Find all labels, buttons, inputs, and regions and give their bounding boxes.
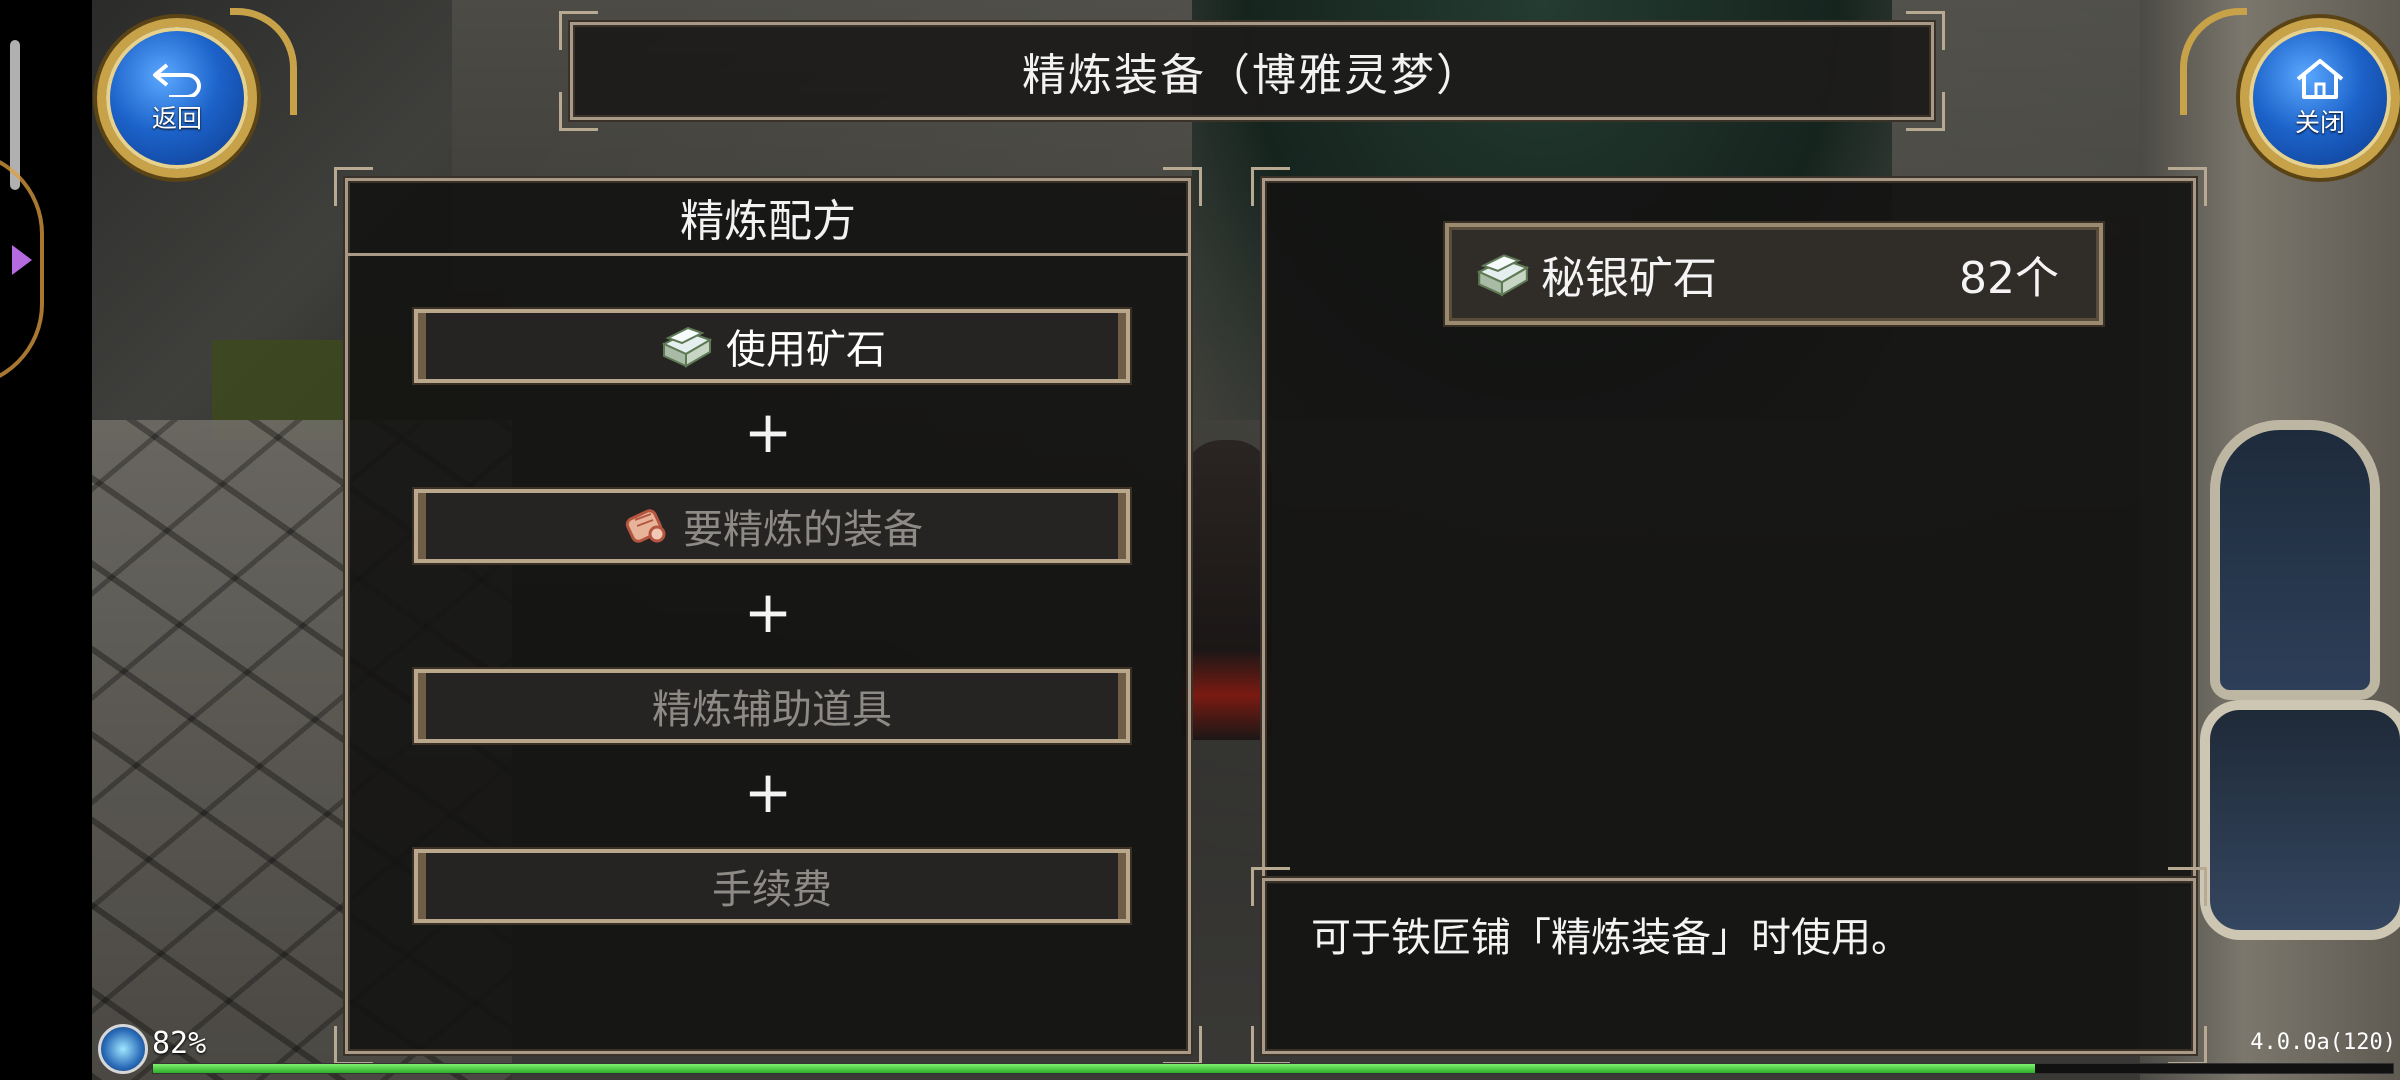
recipe-title: 精炼配方 bbox=[348, 181, 1188, 256]
frame-corner bbox=[1251, 1026, 1290, 1065]
frame-corner bbox=[1906, 11, 1945, 50]
refine-aid-slot[interactable]: 精炼辅助道具 bbox=[414, 669, 1130, 743]
frame-corner bbox=[1251, 167, 1290, 206]
plus-icon: + bbox=[743, 578, 793, 646]
refine-aid-slot-label: 精炼辅助道具 bbox=[652, 687, 892, 733]
progress-bar bbox=[152, 1063, 2394, 1074]
equipment-slot-label: 要精炼的装备 bbox=[683, 507, 923, 553]
frame-corner bbox=[2168, 1026, 2207, 1065]
expand-arrow-icon[interactable] bbox=[12, 245, 32, 275]
frame-corner bbox=[1251, 867, 1290, 906]
page-title: 精炼装备（博雅灵梦） bbox=[1022, 50, 1482, 101]
fee-slot-label: 手续费 bbox=[712, 867, 832, 913]
close-label: 关闭 bbox=[2294, 108, 2345, 137]
scene-window bbox=[2200, 700, 2400, 940]
progress-fill bbox=[153, 1064, 2035, 1073]
battery-percent: 82% bbox=[152, 1026, 207, 1061]
frame-corner bbox=[559, 92, 598, 131]
item-count: 82个 bbox=[1959, 253, 2059, 304]
item-description: 可于铁匠铺「精炼装备」时使用。 bbox=[1311, 915, 1911, 961]
fee-slot[interactable]: 手续费 bbox=[414, 849, 1130, 923]
recipe-panel: 精炼配方 使用矿石 + 要精炼的装备 + 精炼辅助道具 + 手续费 bbox=[334, 167, 1202, 1065]
back-arrow-icon bbox=[153, 63, 201, 97]
close-button[interactable]: 关闭 bbox=[2240, 18, 2400, 178]
ore-icon bbox=[1476, 254, 1530, 297]
inventory-panel: 秘银矿石 82个 bbox=[1251, 167, 2207, 884]
frame-corner bbox=[1906, 92, 1945, 131]
inventory-item-mithril-ore[interactable]: 秘银矿石 82个 bbox=[1445, 223, 2103, 325]
scroll-icon bbox=[625, 509, 666, 543]
title-panel: 精炼装备（博雅灵梦） bbox=[559, 11, 1945, 131]
frame-corner bbox=[2168, 167, 2207, 206]
home-icon bbox=[2296, 59, 2344, 99]
frame-corner bbox=[559, 11, 598, 50]
item-name: 秘银矿石 bbox=[1541, 253, 1717, 304]
frame-corner bbox=[1163, 1026, 1202, 1065]
side-strip bbox=[0, 0, 92, 1080]
battery-icon bbox=[98, 1024, 148, 1074]
equipment-slot[interactable]: 要精炼的装备 bbox=[414, 489, 1130, 563]
ore-slot[interactable]: 使用矿石 bbox=[414, 309, 1130, 383]
ore-icon bbox=[661, 326, 713, 368]
back-button[interactable]: 返回 bbox=[97, 18, 257, 178]
plus-icon: + bbox=[743, 398, 793, 466]
frame-corner bbox=[2168, 867, 2207, 906]
version-label: 4.0.0a(120) bbox=[2250, 1030, 2396, 1055]
back-label: 返回 bbox=[151, 104, 202, 133]
ore-slot-label: 使用矿石 bbox=[726, 327, 886, 373]
plus-icon: + bbox=[743, 758, 793, 826]
npc-character bbox=[1182, 440, 1272, 740]
frame-corner bbox=[334, 1026, 373, 1065]
description-panel: 可于铁匠铺「精炼装备」时使用。 bbox=[1251, 867, 2207, 1065]
scene-window bbox=[2210, 420, 2380, 700]
